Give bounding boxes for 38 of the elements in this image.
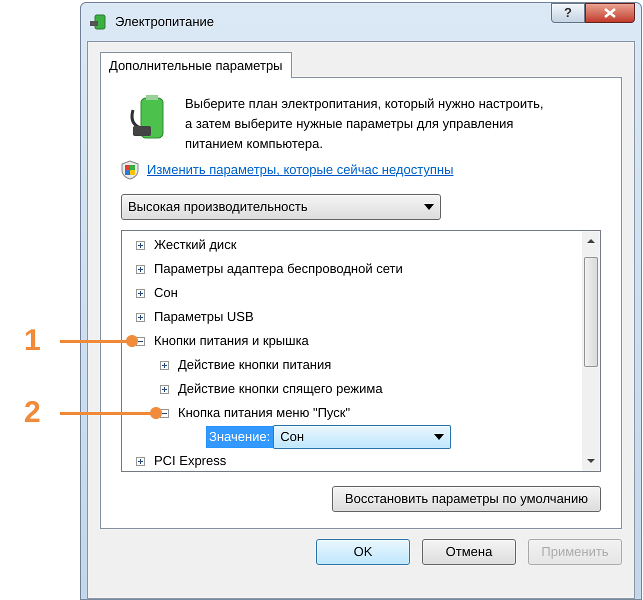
tab[interactable]: Дополнительные параметры <box>100 52 292 78</box>
callout-number: 2 <box>24 398 42 428</box>
expand-toggle-icon[interactable] <box>136 456 145 466</box>
tree-item[interactable]: Кнопки питания и крышка <box>154 331 309 351</box>
help-button[interactable]: ? <box>551 3 585 23</box>
dialog-button[interactable]: OK <box>316 539 410 565</box>
change-settings-link[interactable]: Изменить параметры, которые сейчас недоступны <box>147 160 454 180</box>
callout-number: 1 <box>24 326 42 356</box>
expand-toggle-icon[interactable] <box>160 360 169 370</box>
setting-label: Значение: <box>206 426 274 448</box>
tree-item[interactable]: Параметры адаптера беспроводной сети <box>154 259 403 279</box>
dialog-button[interactable]: Отмена <box>422 539 516 565</box>
tree-item[interactable]: Действие кнопки питания <box>178 355 332 375</box>
tree-item[interactable]: Сон <box>154 283 178 303</box>
expand-toggle-icon[interactable] <box>136 288 145 298</box>
tree-item[interactable]: PCI Express <box>154 451 226 471</box>
shield-icon <box>121 160 139 180</box>
scroll-thumb[interactable] <box>584 257 598 367</box>
intro-text: Выберите план электропитания, который нужно настроить, а затем выберите нужные параметры для управления питанием компьютера. <box>185 95 545 153</box>
close-icon <box>604 8 616 18</box>
tree-item[interactable]: Действие кнопки спящего режима <box>178 379 383 399</box>
scroll-down-icon[interactable] <box>587 459 595 463</box>
dropdown-arrow-icon <box>424 204 434 210</box>
setting-dropdown[interactable]: Сон <box>273 425 452 449</box>
close-button[interactable] <box>585 3 635 23</box>
restore-defaults-button[interactable]: Восстановить параметры по умолчанию <box>332 486 601 512</box>
tree-item[interactable]: Кнопка питания меню "Пуск" <box>178 403 350 423</box>
scrollbar[interactable] <box>582 231 600 471</box>
dropdown-arrow-icon <box>434 434 444 440</box>
expand-toggle-icon[interactable] <box>136 312 145 322</box>
plan-dropdown[interactable]: Высокая производительность <box>121 194 441 220</box>
expand-toggle-icon[interactable] <box>136 240 145 250</box>
scroll-up-icon[interactable] <box>587 239 595 243</box>
window-title: Электропитание <box>115 13 214 32</box>
tree-item[interactable]: Жесткий диск <box>154 235 236 255</box>
expand-toggle-icon[interactable] <box>160 384 169 394</box>
expand-toggle-icon[interactable] <box>136 264 145 274</box>
tree-item[interactable]: Параметры USB <box>154 307 254 327</box>
